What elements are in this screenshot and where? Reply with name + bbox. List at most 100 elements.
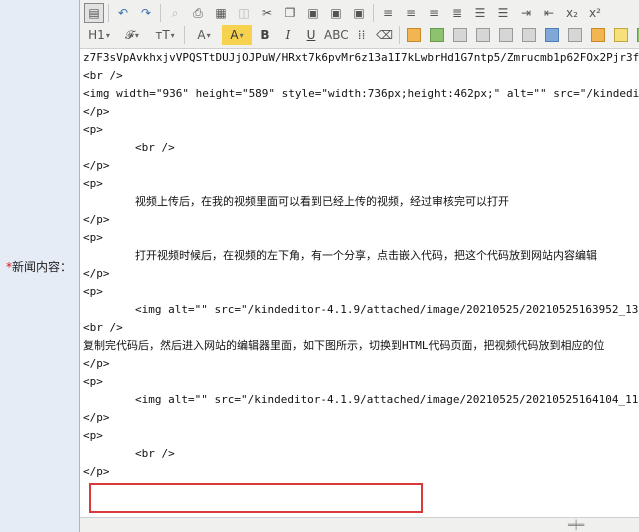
source-button-glyph: ▤ — [88, 6, 100, 20]
code-line: <p> — [83, 123, 103, 136]
map-glyph — [590, 28, 605, 42]
flash-icon[interactable] — [450, 25, 470, 45]
outdent-icon[interactable]: ⇤ — [539, 3, 559, 23]
highlight-color-icon[interactable]: A ▾ — [222, 25, 252, 45]
paste-icon[interactable]: ▣ — [303, 3, 323, 23]
multi-image-glyph — [429, 28, 444, 42]
horizontal-line-icon[interactable] — [565, 25, 585, 45]
template-glyph: ▦ — [215, 6, 227, 20]
copy-glyph: ❐ — [284, 6, 296, 20]
strikethrough-icon[interactable]: ABC — [324, 25, 349, 45]
ordered-list-icon[interactable]: ☰ — [470, 3, 490, 23]
align-right-icon[interactable]: ≡ — [424, 3, 444, 23]
field-label: *新闻内容： — [6, 258, 72, 275]
emoticon-glyph — [613, 28, 628, 42]
superscript-icon[interactable]: x² — [585, 3, 605, 23]
redo-glyph: ↷ — [140, 6, 152, 20]
outdent-glyph: ⇤ — [543, 6, 555, 20]
highlight-color-glyph: A — [230, 28, 239, 42]
undo-icon[interactable]: ↶ — [113, 3, 133, 23]
line-height-icon[interactable]: ⁞⁞ — [352, 25, 372, 45]
map-icon[interactable] — [588, 25, 608, 45]
horizontal-line-glyph — [567, 28, 582, 42]
insert-file-glyph — [498, 28, 513, 42]
toolbar-row-2: H1 ▾ 𝓕 ▾ тT ▾ A ▾ A ▾ B I U ABC ⁞⁞ ⌫ — [84, 24, 639, 46]
code-line: <p> — [83, 285, 103, 298]
paste-word-icon[interactable]: ▣ — [349, 3, 369, 23]
news-content-label: 新闻内容： — [12, 260, 73, 274]
bold-icon[interactable]: B — [255, 25, 275, 45]
code-icon[interactable]: ◫ — [234, 3, 254, 23]
chevron-down-icon: ▾ — [105, 30, 110, 40]
table-icon[interactable] — [542, 25, 562, 45]
font-color-glyph: A — [197, 28, 206, 42]
chevron-down-icon: ▾ — [239, 30, 244, 40]
toolbar-separator — [108, 4, 109, 22]
chevron-down-icon: ▾ — [206, 30, 211, 40]
html-source-textarea[interactable]: z7F3sVpAvkhxjvVPQSTtDUJjOJPuW/HRxt7k6pvM… — [80, 49, 639, 517]
print-icon[interactable]: ⎙ — [188, 3, 208, 23]
font-size-icon[interactable]: тT ▾ — [150, 25, 180, 45]
code-line: 复制完代码后，然后进入网站的编辑器里面，如下图所示，切换到HTML代码页面，把视… — [83, 339, 605, 352]
special-char-icon[interactable] — [634, 25, 639, 45]
indent-icon[interactable]: ⇥ — [516, 3, 536, 23]
table-glyph — [544, 28, 559, 42]
heading-icon[interactable]: H1 ▾ — [84, 25, 114, 45]
media-icon[interactable] — [473, 25, 493, 45]
code-glyph: ◫ — [238, 6, 250, 20]
toolbar-separator — [373, 4, 374, 22]
emoticon-icon[interactable] — [611, 25, 631, 45]
code-line: 打开视频时候后，在视频的左下角，有一个分享，点击嵌入代码，把这个代码放到网站内容… — [135, 249, 597, 262]
underline-icon[interactable]: U — [301, 25, 321, 45]
align-justify-icon[interactable]: ≣ — [447, 3, 467, 23]
code-line: <p> — [83, 231, 103, 244]
highlight-box — [89, 483, 423, 513]
bold-glyph: B — [260, 28, 270, 42]
preview-glyph: ⌕ — [171, 5, 179, 20]
code-line: </p> — [83, 411, 110, 424]
resize-handle-icon[interactable]: ═╪═ — [568, 521, 584, 531]
cut-glyph: ✂ — [261, 6, 273, 20]
attachment-glyph — [521, 28, 536, 42]
code-line: <br /> — [83, 69, 123, 82]
insert-file-icon[interactable] — [496, 25, 516, 45]
code-line: <p> — [83, 177, 103, 190]
font-name-glyph: 𝓕 — [125, 27, 134, 42]
editor-statusbar: ═╪═ — [80, 517, 639, 532]
attachment-icon[interactable] — [519, 25, 539, 45]
preview-icon[interactable]: ⌕ — [165, 3, 185, 23]
align-center-icon[interactable]: ≡ — [401, 3, 421, 23]
remove-format-glyph: ⌫ — [376, 28, 394, 42]
chevron-down-icon: ▾ — [134, 30, 139, 40]
code-line: </p> — [83, 213, 110, 226]
paste-text-glyph: ▣ — [330, 6, 342, 20]
image-icon[interactable] — [404, 25, 424, 45]
unordered-list-glyph: ☰ — [497, 6, 509, 20]
align-left-glyph: ≡ — [382, 6, 394, 20]
font-color-icon[interactable]: A ▾ — [189, 25, 219, 45]
subscript-icon[interactable]: x₂ — [562, 3, 582, 23]
font-name-icon[interactable]: 𝓕 ▾ — [117, 25, 147, 45]
code-line: <img alt="" src="/kindeditor-4.1.9/attac… — [135, 303, 639, 316]
redo-icon[interactable]: ↷ — [136, 3, 156, 23]
cut-icon[interactable]: ✂ — [257, 3, 277, 23]
toolbar-separator — [160, 4, 161, 22]
multi-image-icon[interactable] — [427, 25, 447, 45]
code-line: <p> — [83, 429, 103, 442]
subscript-glyph: x₂ — [566, 6, 578, 20]
template-icon[interactable]: ▦ — [211, 3, 231, 23]
align-justify-glyph: ≣ — [451, 6, 463, 20]
copy-icon[interactable]: ❐ — [280, 3, 300, 23]
line-height-glyph: ⁞⁞ — [357, 28, 366, 42]
rich-text-editor[interactable]: ▤ ↶ ↷ ⌕ ⎙ ▦ ◫ ✂ ❐ ▣ ▣ ▣ ≡ ≡ ≡ ≣ ☰ ☰ ⇥ ⇤ x₂ x² H1 ▾ 𝓕 ▾ тT ▾ A ▾ A ▾ B I U… — [79, 0, 639, 532]
code-line: <img alt="" src="/kindeditor-4.1.9/attac… — [135, 393, 639, 406]
code-line: </p> — [83, 465, 110, 478]
toolbar-row-1: ▤ ↶ ↷ ⌕ ⎙ ▦ ◫ ✂ ❐ ▣ ▣ ▣ ≡ ≡ ≡ ≣ ☰ ☰ ⇥ ⇤ x₂ x² — [84, 2, 608, 24]
remove-format-icon[interactable]: ⌫ — [375, 25, 395, 45]
code-line: <br /> — [135, 447, 175, 460]
unordered-list-icon[interactable]: ☰ — [493, 3, 513, 23]
paste-text-icon[interactable]: ▣ — [326, 3, 346, 23]
align-left-icon[interactable]: ≡ — [378, 3, 398, 23]
italic-icon[interactable]: I — [278, 25, 298, 45]
source-button-icon[interactable]: ▤ — [84, 3, 104, 23]
